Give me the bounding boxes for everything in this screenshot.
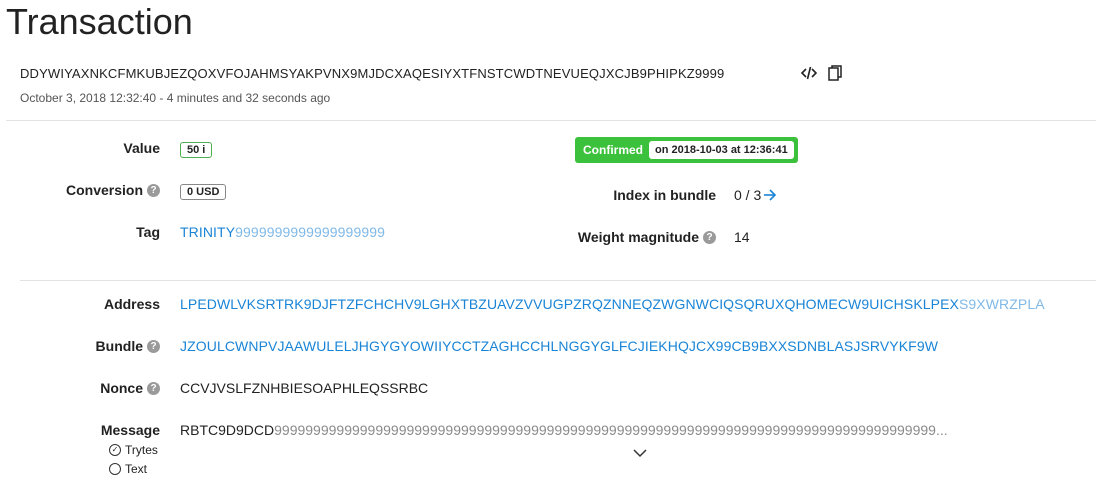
conversion-field: 0 USD — [180, 182, 227, 200]
value-field: 50 i — [180, 140, 213, 158]
conversion-badge: 0 USD — [180, 184, 227, 200]
index-value: 0 / 3 — [734, 187, 762, 203]
status-label: Confirmed — [583, 143, 643, 157]
divider — [20, 280, 1096, 281]
status-date: on 2018-10-03 at 12:36:41 — [649, 141, 794, 159]
radio-empty-icon — [109, 463, 121, 475]
divider — [6, 120, 1096, 121]
conversion-label: Conversion ? — [40, 182, 160, 198]
help-icon[interactable]: ? — [147, 381, 160, 395]
address-link[interactable]: LPEDWLVKSRTRK9DJFTZFCHCHV9LGHXTBZUAVZVVU… — [180, 296, 1045, 312]
weight-label: Weight magnitude ? — [540, 229, 716, 245]
status-badge: Confirmed on 2018-10-03 at 12:36:41 — [575, 137, 798, 163]
tag-label: Tag — [136, 224, 160, 240]
hash-actions — [800, 64, 844, 82]
transaction-date: October 3, 2018 12:32:40 - 4 minutes and… — [20, 91, 331, 105]
copy-icon[interactable] — [826, 64, 844, 82]
bundle-label: Bundle ? — [40, 338, 160, 354]
value-label: Value — [123, 140, 160, 156]
nonce-value: CCVJVSLFZNHBIESOAPHLEQSSRBC — [180, 380, 429, 396]
message-value: RBTC9D9DCD999999999999999999999999999999… — [180, 422, 948, 438]
code-icon[interactable] — [800, 64, 818, 82]
arrow-right-icon[interactable] — [763, 189, 777, 201]
transaction-hash: DDYWIYAXNKCFMKUBJEZQOXVFOJAHMSYAKPVNX9MJ… — [20, 66, 725, 81]
help-icon[interactable]: ? — [147, 183, 160, 197]
page-title: Transaction — [6, 1, 193, 42]
chevron-down-icon[interactable] — [632, 446, 648, 458]
index-label: Index in bundle — [613, 187, 716, 203]
help-icon[interactable]: ? — [703, 230, 716, 244]
nonce-label: Nonce ? — [40, 380, 160, 396]
tag-link[interactable]: TRINITY9999999999999999999 — [180, 224, 385, 240]
text-radio[interactable]: Text — [109, 462, 147, 476]
bundle-link[interactable]: JZOULCWNPVJAAWULELJHGYGYOWIIYCCTZAGHCCHL… — [180, 338, 938, 354]
check-icon: ✓ — [109, 444, 121, 456]
value-badge: 50 i — [180, 142, 213, 158]
help-icon[interactable]: ? — [147, 339, 160, 353]
address-label: Address — [103, 296, 160, 312]
message-label: Message — [100, 422, 160, 438]
weight-value: 14 — [734, 229, 750, 245]
index-field: 0 / 3 — [734, 187, 777, 203]
trytes-radio[interactable]: ✓ Trytes — [109, 443, 158, 457]
